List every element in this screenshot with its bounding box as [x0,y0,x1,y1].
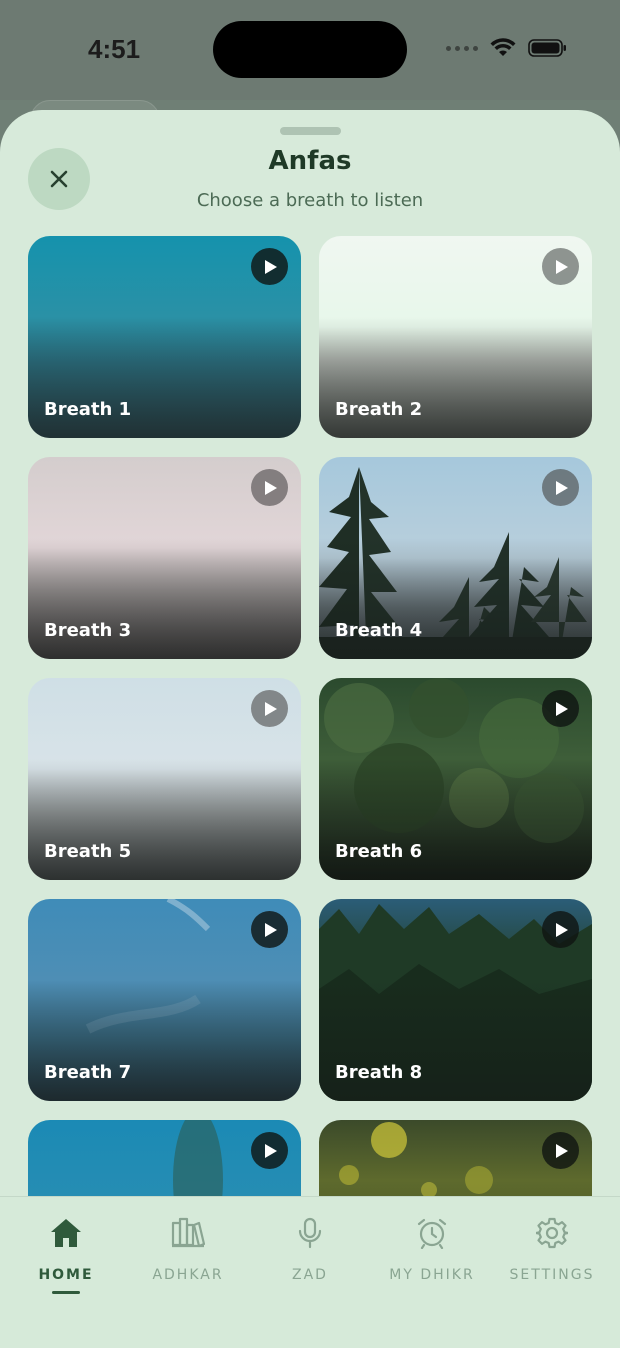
sheet-title: Anfas [268,146,352,176]
tab-label: HOME [38,1267,94,1283]
dynamic-island [213,21,407,78]
books-icon [171,1217,205,1248]
card-label: Breath 3 [44,620,132,641]
tab-settings[interactable]: SETTINGS [490,1215,614,1305]
gear-icon [536,1217,568,1249]
card-label: Breath 2 [335,399,423,420]
card-label: Breath 7 [44,1062,132,1083]
play-icon [265,1143,277,1158]
tab-label: SETTINGS [509,1267,595,1283]
play-icon [265,922,277,937]
card-label: Breath 5 [44,841,132,862]
play-icon [265,480,277,495]
tab-label: ZAD [292,1267,328,1283]
breath-card-9[interactable] [28,1120,301,1196]
tab-home[interactable]: HOME [4,1215,128,1305]
breath-card-5[interactable]: Breath 5 [28,678,301,880]
play-icon [265,259,277,274]
tab-adhkar[interactable]: ADHKAR [126,1215,250,1305]
play-icon [265,701,277,716]
breath-card-3[interactable]: Breath 3 [28,457,301,659]
play-button[interactable] [542,248,579,285]
play-icon [556,259,568,274]
battery-icon [528,39,566,57]
tab-zad[interactable]: ZAD [248,1215,372,1305]
status-bar: 4:51 [0,0,620,100]
alarm-clock-icon [417,1218,447,1249]
status-icons [446,38,568,58]
play-button[interactable] [251,1132,288,1169]
play-button[interactable] [251,911,288,948]
play-button[interactable] [251,690,288,727]
play-button[interactable] [542,690,579,727]
tab-label: ADHKAR [152,1267,224,1283]
tab-bar: HOME ADHKAR ZAD MY DHIKR SETTINGS [0,1196,620,1348]
breath-grid: Breath 1 Breath 2 Breath 3 Breath 4 Brea… [28,236,592,1196]
breath-card-6[interactable]: Breath 6 [319,678,592,880]
play-button[interactable] [542,911,579,948]
tab-label: MY DHIKR [389,1267,475,1283]
play-button[interactable] [542,1132,579,1169]
play-button[interactable] [251,248,288,285]
microphone-icon [298,1217,322,1249]
card-label: Breath 1 [44,399,132,420]
play-icon [556,1143,568,1158]
breath-card-7[interactable]: Breath 7 [28,899,301,1101]
play-icon [556,922,568,937]
breath-card-2[interactable]: Breath 2 [319,236,592,438]
wifi-icon [490,38,516,56]
card-label: Breath 8 [335,1062,423,1083]
active-tab-indicator [52,1291,80,1294]
card-label: Breath 4 [335,620,423,641]
breath-card-10[interactable] [319,1120,592,1196]
cellular-signal-icon [446,45,478,51]
sheet-subtitle: Choose a breath to listen [196,190,424,211]
tab-my-dhikr[interactable]: MY DHIKR [370,1215,494,1305]
play-icon [556,701,568,716]
home-icon [51,1219,81,1247]
card-label: Breath 6 [335,841,423,862]
play-button[interactable] [542,469,579,506]
breath-card-1[interactable]: Breath 1 [28,236,301,438]
breath-sheet: Anfas Choose a breath to listen Breath 1… [0,110,620,1348]
status-time: 4:51 [88,34,141,64]
breath-card-4[interactable]: Breath 4 [319,457,592,659]
breath-card-8[interactable]: Breath 8 [319,899,592,1101]
sheet-grabber[interactable] [280,127,341,135]
play-button[interactable] [251,469,288,506]
play-icon [556,480,568,495]
